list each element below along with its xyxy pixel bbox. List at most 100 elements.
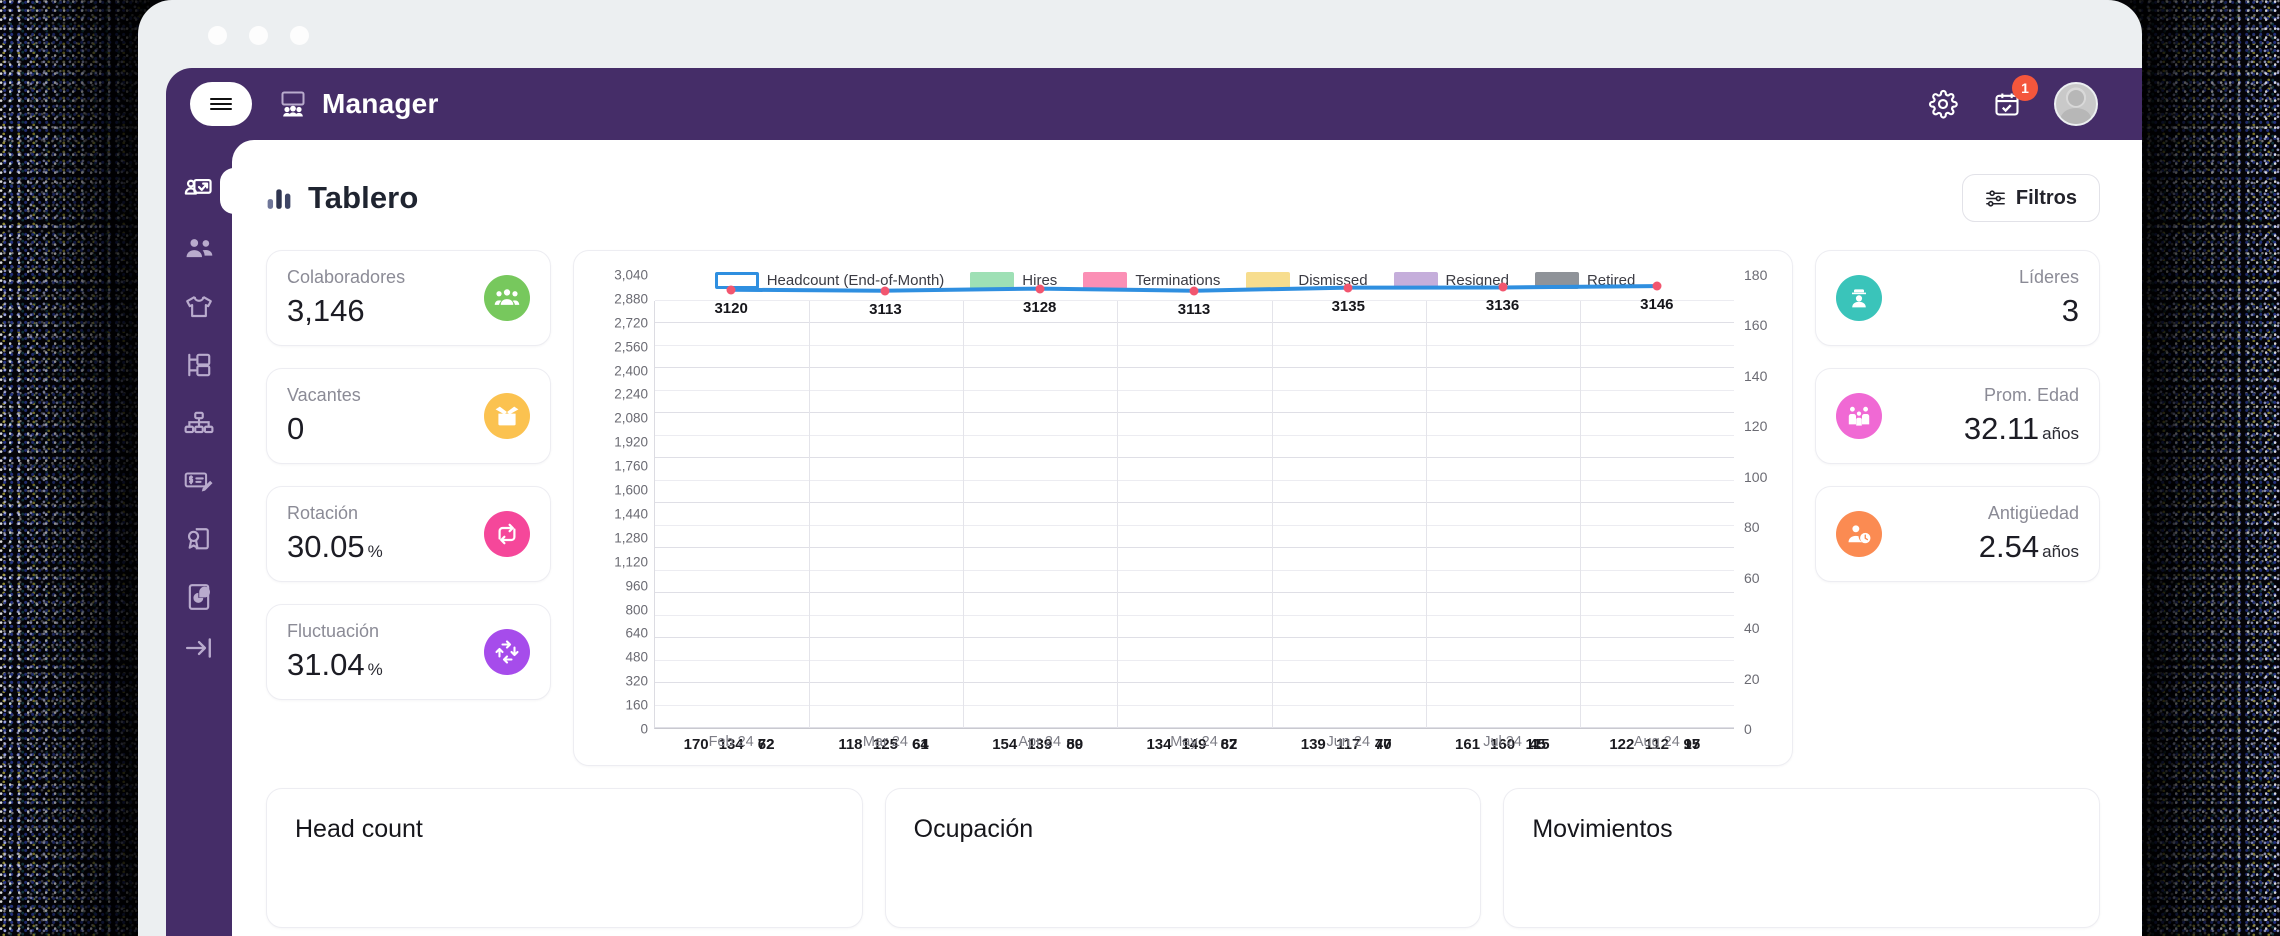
- window-controls[interactable]: [208, 26, 309, 45]
- panel-ocupacion[interactable]: Ocupación: [884, 788, 1482, 928]
- chart-x-axis: Feb 24 Mar 24 Apr 24 May 24 Jun 24 Jul 24 Aug …: [654, 729, 1734, 755]
- chart-month-group: 154 139 50 89: [963, 301, 1117, 753]
- chart-y-axis-right: 0 20 40 60 80 100 120 140 160 180: [1734, 267, 1778, 755]
- y-tick-right: 60: [1744, 569, 1760, 586]
- legend-item-hires[interactable]: Hires: [970, 271, 1057, 289]
- page-title: Tablero: [266, 180, 418, 216]
- y-tick-left: 1,120: [614, 554, 648, 570]
- chart-month-group: 161 160 115 45: [1425, 301, 1579, 753]
- sidebar-item-estructura[interactable]: [166, 336, 232, 394]
- y-tick-right: 160: [1744, 317, 1768, 334]
- open-box-icon: [484, 393, 530, 439]
- x-tick-label: Jul 24: [1483, 734, 1522, 750]
- chart-month-group: 134 149 62 87: [1117, 301, 1271, 753]
- x-tick-label: Mar 24: [862, 734, 908, 750]
- x-tick-label: Feb 24: [708, 734, 754, 750]
- legend-swatch: [1083, 271, 1128, 289]
- kpi-value: 0: [287, 411, 470, 447]
- panel-movimientos[interactable]: Movimientos: [1503, 788, 2101, 928]
- kpi-colaboradores[interactable]: Colaboradores 3,146: [266, 250, 551, 346]
- dashboard-grid: Colaboradores 3,146 Vacantes 0 Rotación …: [266, 250, 2100, 766]
- legend-item-retired[interactable]: Retired: [1534, 271, 1635, 289]
- kpi-antiguedad[interactable]: Antigüedad 2.54 años: [1815, 486, 2100, 582]
- window-close-dot[interactable]: [208, 26, 227, 45]
- panel-title: Ocupación: [913, 815, 1034, 843]
- calendar-check-icon[interactable]: 1: [1990, 75, 2038, 121]
- sidebar-collapse-button[interactable]: [166, 626, 232, 684]
- filters-button-label: Filtros: [2015, 186, 2077, 209]
- kpi-rotacion[interactable]: Rotación 30.05%: [266, 486, 551, 582]
- y-tick-left: 2,080: [614, 410, 648, 426]
- gear-icon[interactable]: [1926, 87, 1960, 121]
- y-tick-left: 2,240: [614, 386, 648, 402]
- y-tick-left: 800: [625, 602, 648, 618]
- sidebar-item-reportes[interactable]: [166, 568, 232, 626]
- window-maximize-dot[interactable]: [290, 26, 309, 45]
- kpi-label: Fluctuación: [287, 621, 380, 641]
- y-tick-left: 0: [640, 721, 648, 737]
- sidebar-item-organigrama[interactable]: [166, 394, 232, 452]
- legend-label: Resigned: [1445, 271, 1509, 289]
- kpi-vacantes[interactable]: Vacantes 0: [266, 368, 551, 464]
- page-title-text: Tablero: [308, 180, 419, 215]
- desktop-background-left: [0, 0, 150, 936]
- kpi-fluctuacion[interactable]: Fluctuación 31.04%: [266, 604, 551, 700]
- sidebar-item-colaboradores[interactable]: [166, 220, 232, 278]
- brand-title: Manager: [322, 88, 439, 119]
- kpi-column-left: Colaboradores 3,146 Vacantes 0 Rotación …: [266, 250, 551, 700]
- x-tick-label: May 24: [1170, 734, 1218, 750]
- kpi-value-number: 3: [2061, 293, 2079, 328]
- sidebar-item-documentos[interactable]: [166, 510, 232, 568]
- chart-bars: 170 134 62 72 118 125 61 64 154 139 50 89 134 149 62 87…: [654, 301, 1734, 753]
- kpi-label: Prom. Edad: [1983, 385, 2079, 405]
- panel-head-count[interactable]: Head count: [266, 788, 863, 928]
- kpi-value-unit: %: [367, 542, 383, 561]
- kpi-value: 3: [2062, 293, 2079, 329]
- legend-item-dismissed[interactable]: Dismissed: [1246, 271, 1368, 289]
- legend-swatch: [1246, 271, 1291, 289]
- chart-month-group: 122 112 95 17: [1580, 301, 1734, 753]
- hamburger-icon[interactable]: [190, 82, 252, 126]
- x-tick-label: Apr 24: [1018, 734, 1062, 750]
- app-shell: Manager 1 Tablero Filtros Colaboradores …: [166, 68, 2142, 936]
- y-tick-left: 1,280: [614, 530, 648, 546]
- chart-plot: 0 160 320 480 640 800 960 1,120 1,280 1,440 1,600 1…: [588, 267, 1778, 755]
- kpi-value: 3,146: [287, 293, 470, 329]
- y-tick-left: 3,040: [614, 267, 648, 283]
- page-header: Tablero Filtros: [266, 170, 2100, 226]
- sidebar-item-uniformes[interactable]: [166, 278, 232, 336]
- sidebar-item-tablero[interactable]: [166, 162, 232, 220]
- sidebar-item-nomina[interactable]: [166, 452, 232, 510]
- kpi-lideres[interactable]: Líderes 3: [1815, 250, 2100, 346]
- y-tick-left: 960: [625, 578, 648, 594]
- y-tick-left: 160: [625, 697, 648, 713]
- kpi-value-unit: %: [367, 660, 383, 679]
- x-tick-label: Aug 24: [1633, 734, 1680, 750]
- y-tick-left: 1,760: [614, 458, 648, 474]
- kpi-prom-edad[interactable]: Prom. Edad 32.11 años: [1815, 368, 2100, 464]
- legend-label: Headcount (End-of-Month): [766, 271, 945, 289]
- brand: Manager: [278, 88, 439, 120]
- y-tick-left: 2,720: [614, 315, 648, 331]
- filters-button[interactable]: Filtros: [1961, 174, 2100, 222]
- bar-chart-icon: [266, 185, 292, 211]
- avatar[interactable]: [2054, 82, 2098, 126]
- legend-swatch: [714, 271, 759, 289]
- y-tick-right: 120: [1744, 418, 1768, 435]
- topbar-actions: 1: [1926, 75, 2142, 126]
- kpi-value: 31.04%: [287, 647, 470, 683]
- people-presentation-icon: [278, 91, 308, 117]
- user-clock-icon: [1836, 511, 1882, 557]
- y-tick-left: 2,880: [614, 291, 648, 307]
- kpi-column-right: Líderes 3 Prom. Edad 32.11 años Antigüed…: [1815, 250, 2100, 582]
- chart-y-axis-left: 0 160 320 480 640 800 960 1,120 1,280 1,440 1,600 1…: [588, 268, 654, 755]
- kpi-value: 2.54 años: [1979, 529, 2079, 565]
- chart-grid-area: 170 134 62 72 118 125 61 64 154 139 50 89 134 149 62 87…: [654, 301, 1734, 755]
- legend-item-headcount[interactable]: Headcount (End-of-Month): [714, 271, 945, 289]
- legend-item-resigned[interactable]: Resigned: [1393, 271, 1509, 289]
- window-minimize-dot[interactable]: [249, 26, 268, 45]
- chart-legend: Headcount (End-of-Month) Hires Terminati…: [588, 265, 1778, 295]
- x-tick-label: Jun 24: [1326, 734, 1371, 750]
- people-group-icon: [484, 275, 530, 321]
- legend-item-terminations[interactable]: Terminations: [1083, 271, 1220, 289]
